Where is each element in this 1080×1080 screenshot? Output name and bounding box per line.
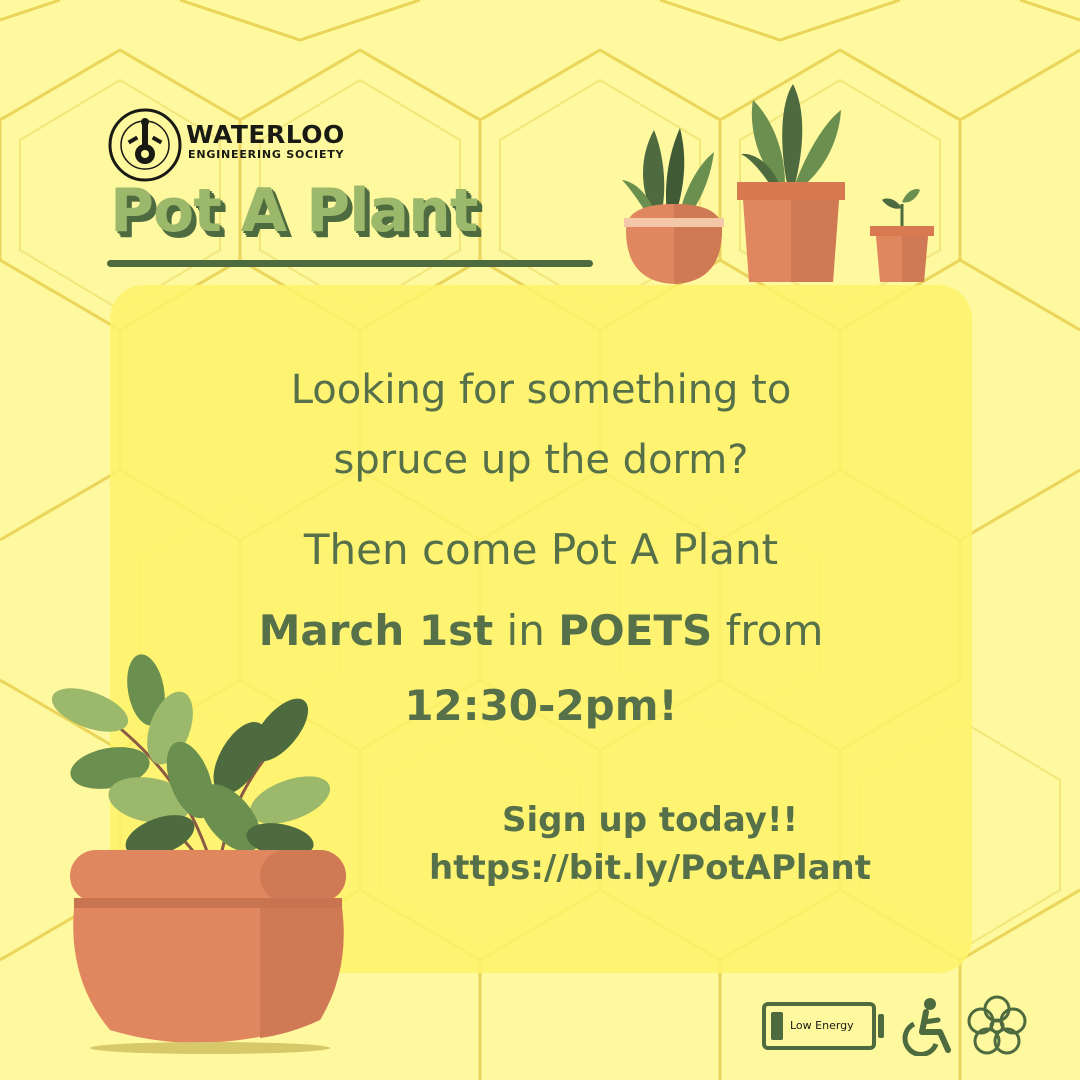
org-name-line1: WATERLOO <box>186 120 345 149</box>
title-block: Pot A Plant <box>110 176 479 246</box>
event-location: POETS <box>558 606 713 655</box>
large-pot-plant-icon <box>51 654 346 1054</box>
org-name-line2: ENGINEERING SOCIETY <box>188 148 345 161</box>
signup-text: Sign up today!! <box>502 800 798 840</box>
round-pot-plant-icon <box>622 128 724 284</box>
invite-line: Then come Pot A Plant <box>303 525 779 574</box>
energy-label: Low Energy <box>790 1019 854 1032</box>
battery-tip <box>878 1014 884 1038</box>
question-line1: Looking for something to <box>290 367 792 413</box>
flower-icon <box>967 995 1027 1055</box>
from-word: from <box>712 606 824 655</box>
question-text: Looking for something to spruce up the d… <box>110 355 972 495</box>
in-word: in <box>493 606 559 655</box>
energy-bar <box>771 1012 783 1040</box>
title-underline <box>107 260 593 267</box>
engineering-society-logo <box>108 108 182 182</box>
wheelchair-icon <box>902 998 951 1056</box>
small-seedling-pot-icon <box>870 189 934 282</box>
question-line2: spruce up the dorm? <box>333 437 749 483</box>
tall-pot-plant-icon <box>737 84 845 282</box>
signup-link[interactable]: https://bit.ly/PotAPlant <box>395 848 905 888</box>
page-title: Pot A Plant <box>110 176 479 246</box>
energy-level-badge: Low Energy <box>762 1002 876 1050</box>
